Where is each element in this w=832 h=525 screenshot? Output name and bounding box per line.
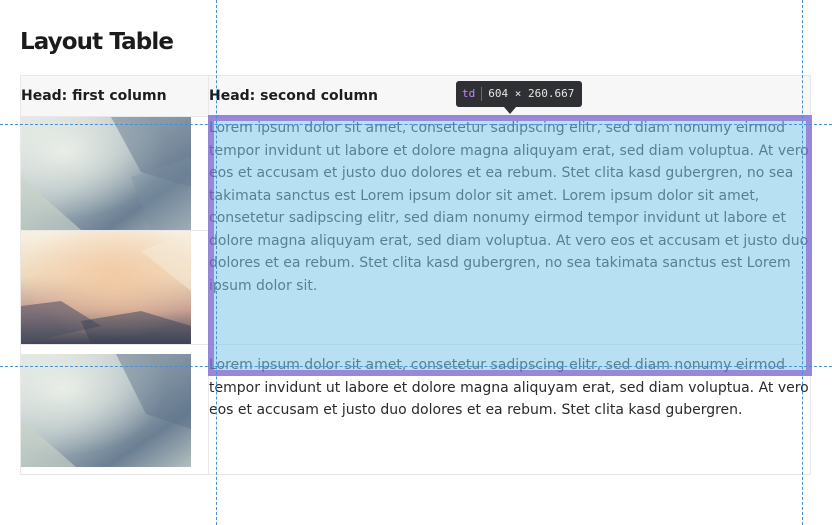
table-header-row: Head: first column Head: second column	[20, 75, 811, 117]
text-cell: Lorem ipsum dolor sit amet, consetetur s…	[208, 344, 811, 475]
table-row: Lorem ipsum dolor sit amet, consetetur s…	[20, 116, 811, 345]
page-title: Layout Table	[20, 29, 174, 56]
table-row: Lorem ipsum dolor sit amet, consetetur s…	[20, 344, 811, 475]
tooltip-separator	[481, 87, 483, 101]
image-cell	[20, 116, 209, 231]
header-first-column: Head: first column	[20, 75, 209, 117]
blurred-polygon-bluegray-image	[21, 354, 191, 467]
blurred-polygon-bluegray-image	[21, 117, 191, 230]
image-cell	[20, 230, 209, 345]
image-cell	[20, 344, 209, 475]
inspect-tooltip: td 604 × 260.667	[456, 81, 583, 107]
layout-table: Head: first column Head: second column L…	[20, 75, 811, 475]
tooltip-arrow-icon	[504, 107, 516, 114]
highlighted-td-text-cell: Lorem ipsum dolor sit amet, consetetur s…	[208, 116, 811, 345]
tooltip-dimensions: 604 × 260.667	[488, 87, 575, 100]
tooltip-tag-name: td	[462, 87, 476, 100]
blurred-polygon-sunset-image	[21, 231, 191, 344]
